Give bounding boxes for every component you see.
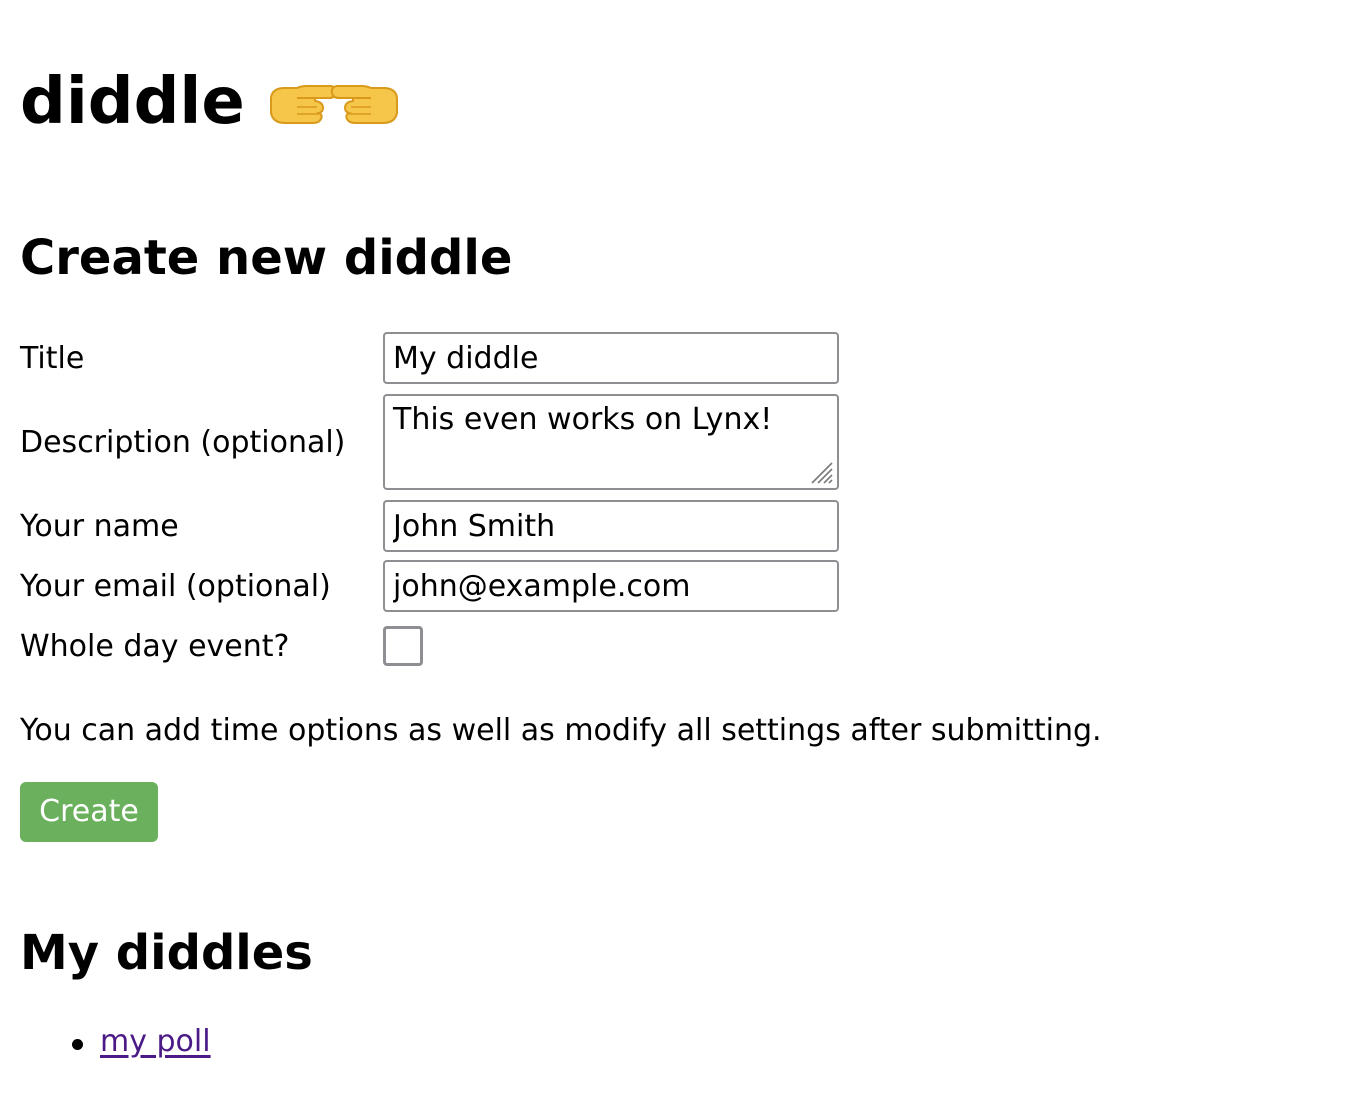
create-button[interactable]: Create [20, 782, 158, 842]
site-title-text: diddle [20, 65, 245, 139]
my-diddles-list: my poll [20, 1022, 211, 1062]
description-textarea[interactable]: This even works on Lynx! [383, 394, 839, 490]
title-label: Title [20, 341, 85, 376]
email-input[interactable] [383, 560, 839, 612]
name-label: Your name [20, 509, 179, 544]
whole-day-label: Whole day event? [20, 629, 290, 664]
resize-grip-icon[interactable] [808, 459, 834, 485]
create-heading: Create new diddle [20, 230, 513, 286]
list-item: my poll [20, 1022, 211, 1062]
site-title: diddle [20, 62, 401, 142]
name-input[interactable] [383, 500, 839, 552]
hint-text: You can add time options as well as modi… [20, 713, 1102, 748]
diddle-link[interactable]: my poll [100, 1024, 211, 1059]
whole-day-checkbox[interactable] [383, 626, 423, 666]
pointing-hands-icon [267, 77, 401, 127]
my-diddles-heading: My diddles [20, 925, 313, 981]
description-label: Description (optional) [20, 425, 346, 460]
email-label: Your email (optional) [20, 569, 331, 604]
bullet-icon [72, 1039, 83, 1050]
title-input[interactable] [383, 332, 839, 384]
